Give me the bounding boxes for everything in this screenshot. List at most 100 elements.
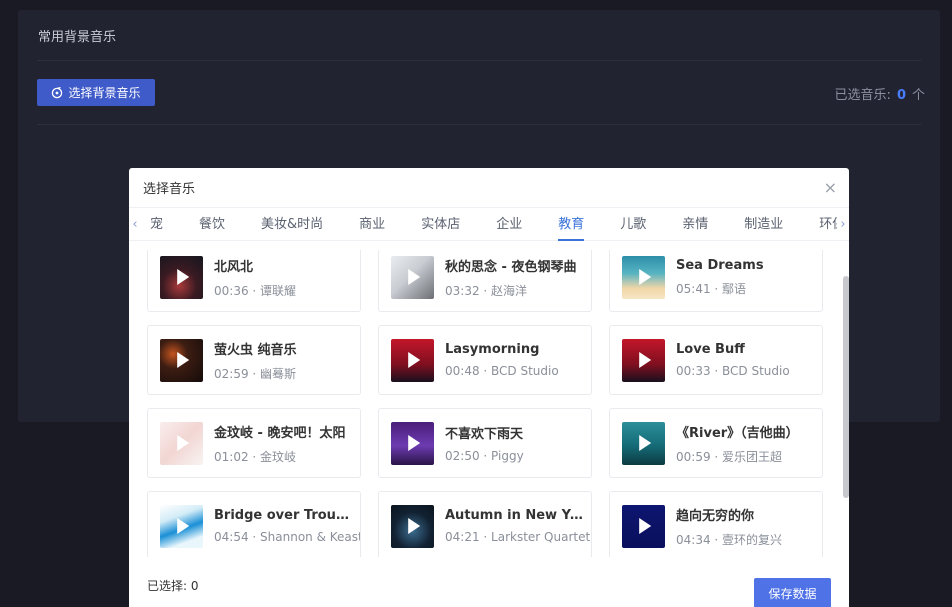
selected-music-unit: 个 [911,88,925,103]
song-cover-thumbnail [160,504,203,548]
song-info: Love Buff 00:33 · BCD Studio [676,342,818,378]
song-cover-thumbnail [160,338,203,382]
selected-music-label: 已选音乐: [834,88,891,103]
song-card[interactable]: Bridge over Troubled Water 04:54 · Shanno… [147,491,361,557]
page-title: 常用背景音乐 [38,30,117,45]
song-duration-artist: 04:54 · Shannon & Keast [214,530,360,544]
music-disc-icon [51,86,63,99]
song-title: Sea Dreams [676,257,764,273]
song-cover-thumbnail [160,255,203,299]
divider [37,124,921,125]
tab-item[interactable]: 宠 [147,208,181,241]
song-duration-artist: 04:34 · 壹环的复兴 [676,532,783,547]
tab-item[interactable]: 亲情 [664,208,726,241]
song-duration-artist: 02:50 · Piggy [445,449,524,463]
song-cover-thumbnail [622,421,665,465]
tab-item[interactable]: 教育 [540,208,602,241]
song-info: Bridge over Troubled Water 04:54 · Shanno… [214,508,360,544]
play-icon[interactable] [407,352,420,368]
song-grid: 北风北 00:36 · 谭联耀 秋的思念 - 夜色钢琴曲 03:32 · 赵海洋 Sea… [147,250,825,557]
song-title: Bridge over Troubled Water [214,508,356,523]
song-card[interactable]: Autumn in New York 04:21 · Larkster Quart… [378,491,592,557]
choose-music-label: 选择背景音乐 [68,86,141,100]
dialog-title: 选择音乐 [143,182,196,197]
song-title: Autumn in New York [445,508,587,523]
tab-item[interactable]: 美妆&时尚 [243,208,341,241]
close-icon[interactable]: × [824,178,837,197]
play-icon[interactable] [407,269,420,285]
song-info: 萤火虫 纯音乐 02:59 · 幽蓦斯 [214,339,356,382]
song-card[interactable]: 不喜欢下雨天 02:50 · Piggy [378,408,592,478]
play-icon[interactable] [176,352,189,368]
tabs-prev-arrow-icon[interactable]: ‹ [129,217,141,232]
song-title: 趋向无穷的你 [676,508,755,524]
song-card[interactable]: Lasymorning 00:48 · BCD Studio [378,325,592,395]
play-icon[interactable] [638,518,651,534]
song-card[interactable]: 趋向无穷的你 04:34 · 壹环的复兴 [609,491,823,557]
play-icon[interactable] [407,518,420,534]
tab-item[interactable]: 商业 [341,208,403,241]
selected-songs-count: 已选择: 0 [147,577,199,594]
selected-music-count: 已选音乐: 0 个 [835,84,925,103]
selected-music-number: 0 [896,88,906,103]
song-card[interactable]: Love Buff 00:33 · BCD Studio [609,325,823,395]
song-title: 北风北 [214,259,254,275]
song-info: 《River》（吉他曲） 00:59 · 爱乐团王超 [676,422,818,465]
play-icon[interactable] [638,352,651,368]
song-cover-thumbnail [160,421,203,465]
song-duration-artist: 03:32 · 赵海洋 [445,283,528,298]
song-title: 金玟岐 - 晚安吧！太阳 [214,425,346,441]
song-card[interactable]: 金玟岐 - 晚安吧！太阳 01:02 · 金玟岐 [147,408,361,478]
song-info: Autumn in New York 04:21 · Larkster Quart… [445,508,590,544]
song-duration-artist: 02:59 · 幽蓦斯 [214,366,297,381]
song-cover-thumbnail [622,504,665,548]
tab-item[interactable]: 实体店 [403,208,478,241]
play-icon[interactable] [638,435,651,451]
song-duration-artist: 00:59 · 爱乐团王超 [676,449,783,464]
song-duration-artist: 00:48 · BCD Studio [445,364,559,378]
play-icon[interactable] [176,269,189,285]
selected-songs-number: 0 [190,578,199,593]
tab-strip: 宠餐饮美妆&时尚商业实体店企业教育儿歌亲情制造业环保 [141,208,837,241]
song-info: 趋向无穷的你 04:34 · 壹环的复兴 [676,505,818,548]
play-icon[interactable] [176,435,189,451]
tab-item[interactable]: 环保 [801,208,837,241]
tabs-next-arrow-icon[interactable]: › [837,217,849,232]
song-info: Lasymorning 00:48 · BCD Studio [445,342,587,378]
song-duration-artist: 04:21 · Larkster Quartet [445,530,591,544]
divider [37,60,921,61]
scrollbar-thumb[interactable] [843,276,849,498]
tab-item[interactable]: 企业 [478,208,540,241]
song-info: 北风北 00:36 · 谭联耀 [214,256,356,299]
dialog-footer: 已选择: 0 保存数据 [129,557,849,607]
play-icon[interactable] [407,435,420,451]
tab-item[interactable]: 餐饮 [181,208,243,241]
song-duration-artist: 01:02 · 金玟岐 [214,449,297,464]
scrollbar[interactable] [843,276,849,498]
song-duration-artist: 00:33 · BCD Studio [676,364,790,378]
song-list: 北风北 00:36 · 谭联耀 秋的思念 - 夜色钢琴曲 03:32 · 赵海洋 Sea… [129,250,849,557]
tab-item[interactable]: 制造业 [726,208,801,241]
song-card[interactable]: Sea Dreams 05:41 · 鄢语 [609,250,823,312]
select-music-dialog: 选择音乐 × ‹ 宠餐饮美妆&时尚商业实体店企业教育儿歌亲情制造业环保 › 北风… [129,168,849,607]
song-duration-artist: 00:36 · 谭联耀 [214,283,297,298]
song-card[interactable]: 秋的思念 - 夜色钢琴曲 03:32 · 赵海洋 [378,250,592,312]
save-data-button[interactable]: 保存数据 [754,578,831,607]
play-icon[interactable] [176,518,189,534]
tab-item[interactable]: 儿歌 [602,208,664,241]
song-cover-thumbnail [391,504,434,548]
song-cover-thumbnail [391,338,434,382]
song-title: 秋的思念 - 夜色钢琴曲 [445,259,577,275]
selected-songs-label: 已选择: [147,578,188,593]
song-cover-thumbnail [391,421,434,465]
choose-music-button[interactable]: 选择背景音乐 [37,79,155,106]
song-info: 金玟岐 - 晚安吧！太阳 01:02 · 金玟岐 [214,422,356,465]
song-title: Lasymorning [445,342,540,357]
play-icon[interactable] [638,269,651,285]
song-card[interactable]: 萤火虫 纯音乐 02:59 · 幽蓦斯 [147,325,361,395]
song-card[interactable]: 《River》（吉他曲） 00:59 · 爱乐团王超 [609,408,823,478]
song-card[interactable]: 北风北 00:36 · 谭联耀 [147,250,361,312]
song-title: 不喜欢下雨天 [445,427,524,442]
song-cover-thumbnail [622,338,665,382]
dialog-header: 选择音乐 × [129,168,849,208]
